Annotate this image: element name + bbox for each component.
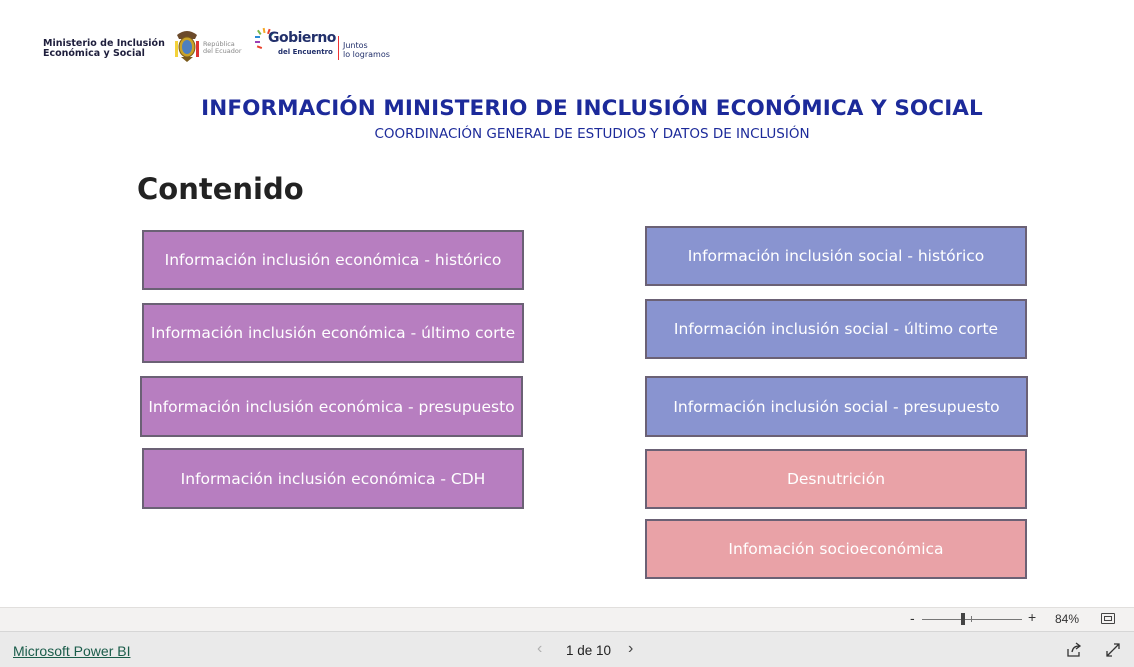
zoom-bar: - + 84%	[0, 607, 1134, 631]
zoom-in-button[interactable]: +	[1028, 609, 1036, 625]
share-icon[interactable]	[1066, 642, 1082, 658]
gobierno-separator	[338, 36, 339, 60]
ecuador-coat-of-arms-icon	[175, 31, 199, 62]
zoom-slider-default-tick	[971, 616, 972, 622]
zoom-slider-thumb[interactable]	[961, 613, 965, 625]
economic-last-cut-button[interactable]: Información inclusión económica - último…	[142, 303, 524, 363]
previous-page-button[interactable]: ‹	[537, 640, 542, 658]
gobierno-logo: Gobierno del Encuentro Juntos lo logramo…	[254, 26, 402, 64]
page-title: INFORMACIÓN MINISTERIO DE INCLUSIÓN ECON…	[201, 96, 983, 121]
economic-cdh-button[interactable]: Información inclusión económica - CDH	[142, 448, 524, 509]
republica-logo-text: República del Ecuador	[203, 41, 242, 55]
gobierno-title: Gobierno	[268, 30, 336, 46]
page-indicator: 1 de 10	[566, 643, 612, 658]
republica-line2: del Ecuador	[203, 47, 242, 55]
socioeconomic-info-button[interactable]: Infomación socioeconómica	[645, 519, 1027, 579]
page-subtitle: COORDINACIÓN GENERAL DE ESTUDIOS Y DATOS…	[374, 126, 810, 142]
zoom-level: 84%	[1055, 612, 1080, 626]
malnutrition-button[interactable]: Desnutrición	[645, 449, 1027, 509]
fullscreen-icon[interactable]	[1105, 642, 1121, 658]
report-page: Ministerio de Inclusión Económica y Soci…	[0, 0, 1134, 667]
mies-logo: Ministerio de Inclusión Económica y Soci…	[43, 39, 165, 59]
gobierno-slogan: Juntos lo logramos	[343, 41, 390, 59]
footer-bar: Microsoft Power BI ‹ 1 de 10 ›	[0, 631, 1134, 667]
social-last-cut-button[interactable]: Información inclusión social - último co…	[645, 299, 1027, 359]
next-page-button[interactable]: ›	[628, 640, 633, 658]
social-historic-button[interactable]: Información inclusión social - histórico	[645, 226, 1027, 286]
fit-to-page-icon[interactable]	[1101, 613, 1115, 624]
mies-logo-line2: Económica y Social	[43, 48, 145, 59]
social-budget-button[interactable]: Información inclusión social - presupues…	[645, 376, 1028, 437]
slogan-line2: lo logramos	[343, 50, 390, 59]
gobierno-subtitle: del Encuentro	[278, 48, 333, 56]
content-heading: Contenido	[137, 172, 304, 206]
economic-historic-button[interactable]: Información inclusión económica - histór…	[142, 230, 524, 290]
economic-budget-button[interactable]: Información inclusión económica - presup…	[140, 376, 523, 437]
zoom-out-button[interactable]: -	[910, 610, 915, 626]
slogan-line1: Juntos	[343, 41, 368, 50]
power-bi-link[interactable]: Microsoft Power BI	[13, 643, 130, 659]
zoom-slider-track[interactable]	[922, 619, 1022, 620]
